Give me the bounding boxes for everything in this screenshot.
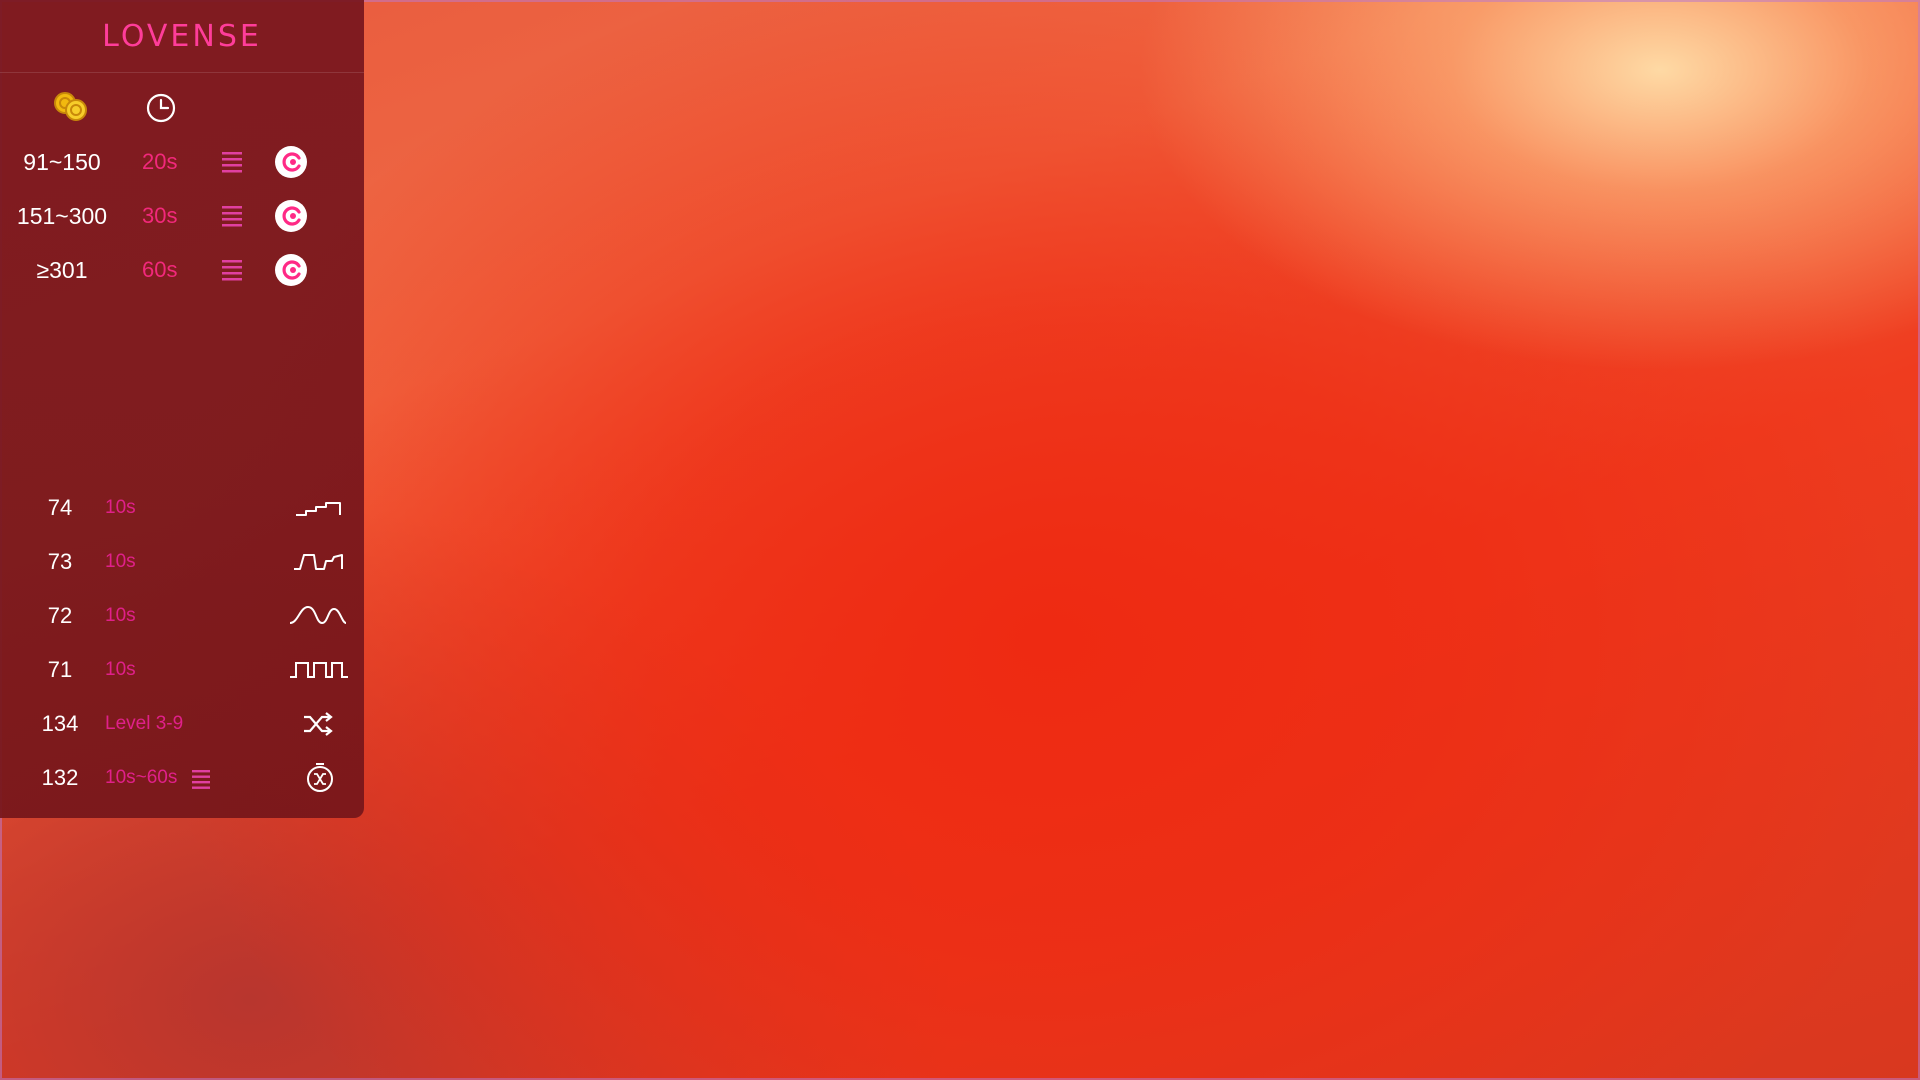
command-number: 132 xyxy=(41,765,79,790)
level-duration: 30s xyxy=(142,203,178,228)
list-icon[interactable] xyxy=(222,259,242,281)
list-icon[interactable] xyxy=(222,151,242,173)
column-header-icons xyxy=(0,88,364,126)
clock-icon xyxy=(146,93,176,123)
video-stream-background: LOVENSE 91~150 20s 151~300 30s ≥301 60s … xyxy=(0,0,1920,1080)
lovense-toy-icon xyxy=(275,146,307,178)
command-row: 74 10s xyxy=(0,487,364,527)
lovense-toy-icon xyxy=(275,200,307,232)
command-label: 10s~60s xyxy=(105,767,178,788)
pulse-pattern-icon xyxy=(294,554,343,570)
command-label: 10s xyxy=(105,497,136,518)
stair-pattern-icon xyxy=(296,502,341,516)
level-row: 151~300 30s xyxy=(0,195,364,235)
command-label: 10s xyxy=(105,605,136,626)
command-row: 132 10s~60s xyxy=(0,757,364,797)
shuffle-icon xyxy=(304,712,333,736)
level-duration: 20s xyxy=(142,149,178,174)
command-row: 134 Level 3-9 xyxy=(0,703,364,743)
command-number: 134 xyxy=(41,711,79,736)
coins-icon xyxy=(54,92,87,121)
lovense-toy-icon xyxy=(275,254,307,286)
lovense-logo: LOVENSE xyxy=(102,18,262,54)
level-row: 91~150 20s xyxy=(0,141,364,181)
random-timer-icon xyxy=(307,763,333,792)
tip-menu-panel: LOVENSE 91~150 20s 151~300 30s ≥301 60s … xyxy=(0,0,364,818)
level-duration: 60s xyxy=(142,257,178,282)
list-icon[interactable] xyxy=(222,205,242,227)
level-range: 91~150 xyxy=(23,149,101,175)
command-number: 71 xyxy=(47,657,73,682)
command-number: 73 xyxy=(47,549,73,574)
command-row: 72 10s xyxy=(0,595,364,635)
command-row: 71 10s xyxy=(0,649,364,689)
command-label: Level 3-9 xyxy=(105,713,184,734)
level-range: ≥301 xyxy=(36,257,88,283)
command-label: 10s xyxy=(105,551,136,572)
command-number: 74 xyxy=(47,495,73,520)
square-wave-pattern-icon xyxy=(290,662,348,678)
level-range: 151~300 xyxy=(16,203,108,229)
level-row: ≥301 60s xyxy=(0,249,364,289)
brand-header: LOVENSE xyxy=(0,0,364,73)
command-label: 10s xyxy=(105,659,136,680)
command-number: 72 xyxy=(47,603,73,628)
list-icon[interactable] xyxy=(192,769,210,789)
wave-pattern-icon xyxy=(289,605,347,625)
command-row: 73 10s xyxy=(0,541,364,581)
